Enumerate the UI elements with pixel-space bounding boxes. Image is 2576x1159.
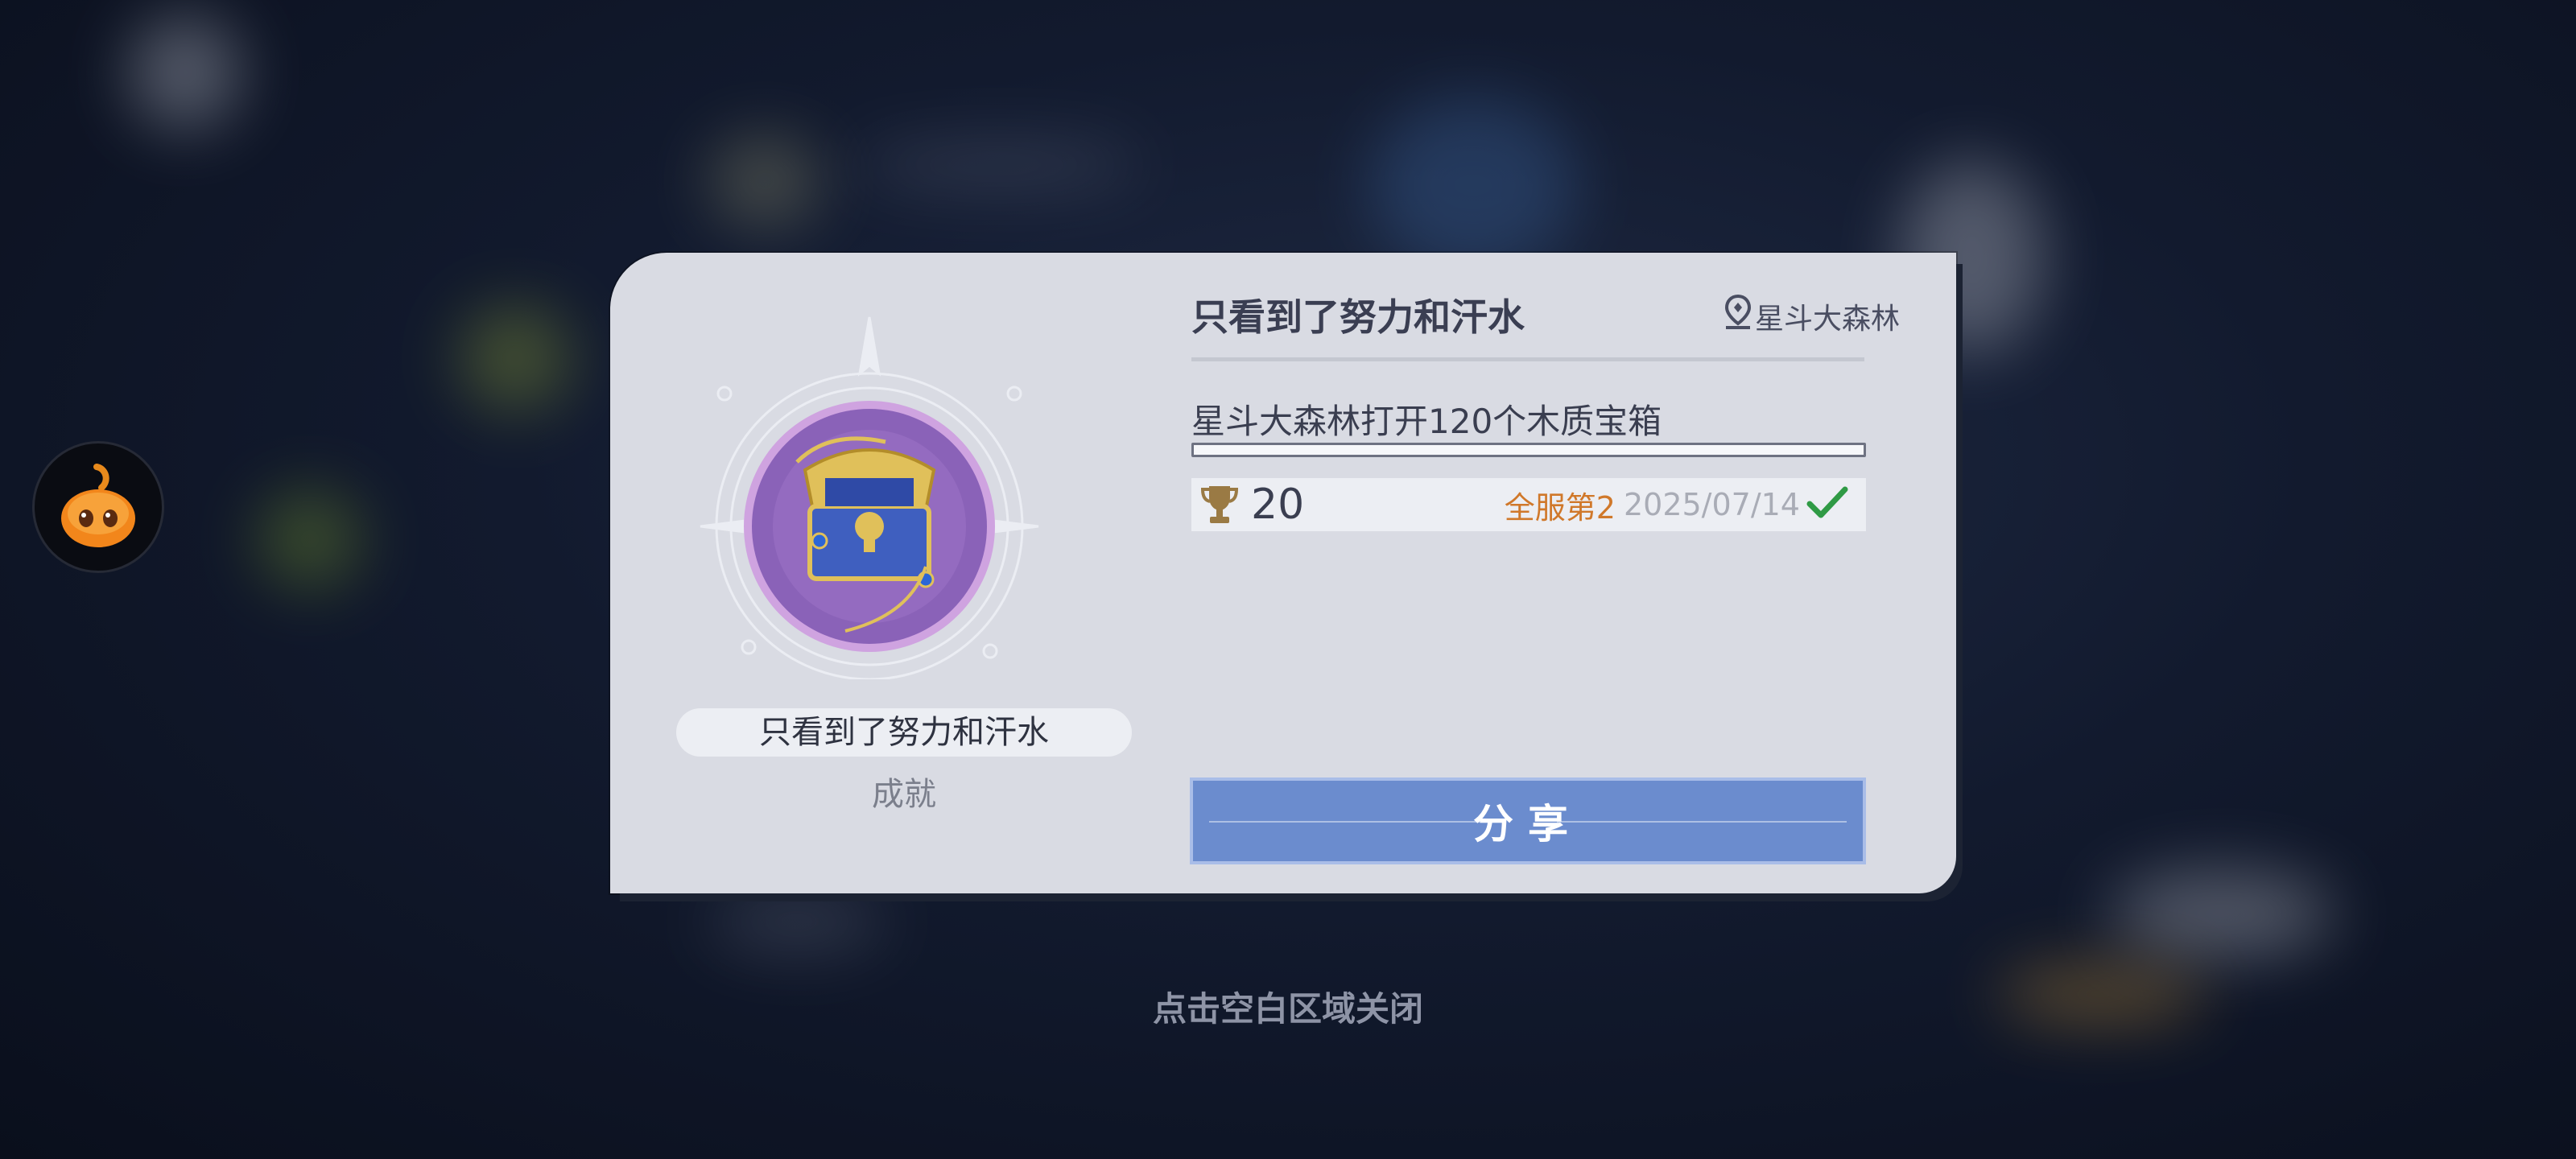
location-label: 星斗大森林 (1754, 302, 1900, 336)
achievement-title: 只看到了努力和汗水 (1191, 295, 1525, 339)
share-button[interactable]: 分享 (1190, 777, 1866, 864)
trophy-icon (1199, 483, 1240, 526)
achievement-card: 只看到了努力和汗水 成就 只看到了努力和汗水 星斗大森林 星斗大森林打开120个… (610, 253, 1956, 893)
achievement-description: 星斗大森林打开120个木质宝箱 (1191, 402, 1662, 441)
emblem (684, 309, 1055, 681)
share-button-label: 分享 (1473, 800, 1583, 848)
pumpkin-mascot-icon (50, 457, 147, 557)
achievement-stats-row: 20 全服第2 2025/07/14 (1191, 478, 1866, 531)
achievement-progress-bar (1191, 443, 1866, 457)
completion-date: 2025/07/14 (1623, 487, 1800, 522)
achievement-points: 20 (1251, 481, 1305, 529)
progress-fill (1194, 445, 1864, 455)
location-tag: 星斗大森林 (1724, 294, 1900, 337)
check-icon (1806, 485, 1848, 525)
title-divider (1191, 357, 1864, 361)
achievement-category-label: 成就 (872, 776, 936, 813)
assistant-button[interactable] (32, 441, 164, 573)
close-hint-text: 点击空白区域关闭 (1152, 989, 1423, 1029)
server-rank: 全服第2 (1504, 489, 1616, 526)
achievement-name-label: 只看到了努力和汗水 (676, 708, 1132, 757)
map-pin-icon (1724, 294, 1752, 337)
